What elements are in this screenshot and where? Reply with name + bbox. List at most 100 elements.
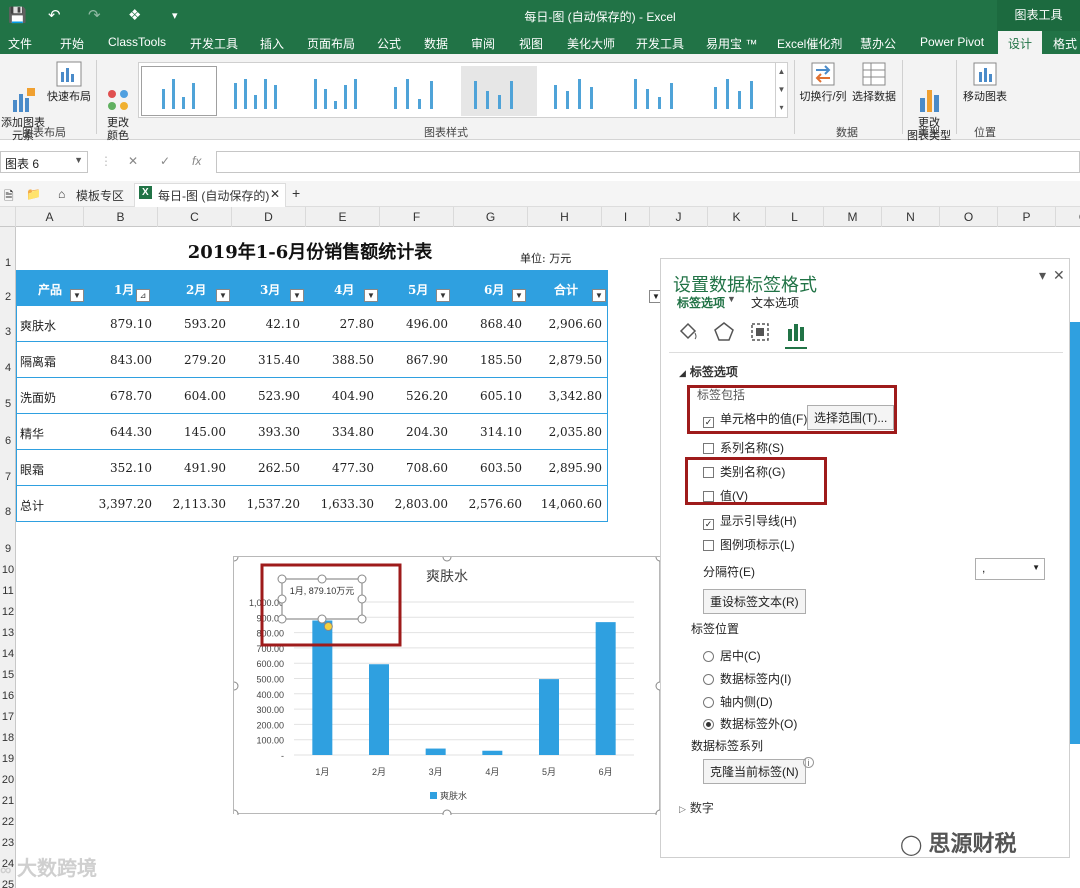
value-cell[interactable]: 2,906.60 <box>530 317 602 331</box>
row-header[interactable]: 19 <box>0 753 16 765</box>
value-cell[interactable]: 3,342.80 <box>530 389 602 403</box>
resize-handle[interactable] <box>277 594 287 604</box>
value-cell[interactable]: 477.30 <box>302 461 374 475</box>
save-icon[interactable]: 💾 <box>8 6 27 24</box>
value-cell[interactable]: 879.10 <box>80 317 152 331</box>
tab-developer-2[interactable]: 开发工具 <box>636 35 684 52</box>
row-header[interactable]: 7 <box>0 471 16 483</box>
row-header[interactable]: 6 <box>0 435 16 447</box>
chart-style-thumb[interactable] <box>301 66 377 116</box>
value-cell[interactable]: 352.10 <box>80 461 152 475</box>
value-cell[interactable]: 42.10 <box>228 317 300 331</box>
tab-power-pivot[interactable]: Power Pivot <box>920 35 984 49</box>
value-cell[interactable]: 3,397.20 <box>80 497 152 511</box>
value-cell[interactable]: 603.50 <box>450 461 522 475</box>
row-header[interactable]: 10 <box>0 564 16 576</box>
chart-area[interactable]: 爽肤水 - 100.00 200.00 300.00 400.00 500.00 600.00… <box>233 556 661 815</box>
resize-handle[interactable] <box>357 614 367 624</box>
row-header[interactable]: 8 <box>0 506 16 518</box>
undo-icon[interactable]: ↶ <box>48 6 61 24</box>
row-header[interactable]: 2 <box>0 291 16 303</box>
filter-dropdown-icon[interactable]: ▼ <box>512 289 526 302</box>
row-header[interactable]: 12 <box>0 606 16 618</box>
value-cell[interactable]: 393.30 <box>228 425 300 439</box>
position-inside-end-radio[interactable]: 数据标签内(I) <box>703 670 791 687</box>
position-outside-end-radio[interactable]: 数据标签外(O) <box>703 715 797 732</box>
value-cell[interactable]: 27.80 <box>302 317 374 331</box>
row-header[interactable]: 1 <box>0 257 16 269</box>
column-header[interactable]: Q <box>1056 207 1080 227</box>
filter-dropdown-icon[interactable]: ▼ <box>436 289 450 302</box>
size-properties-icon[interactable] <box>749 321 771 346</box>
value-cell[interactable]: 334.80 <box>302 425 374 439</box>
tab-view[interactable]: 视图 <box>519 35 543 52</box>
resize-handle[interactable] <box>357 594 367 604</box>
tab-templates[interactable]: 模板专区 <box>76 187 124 204</box>
value-cell[interactable]: 388.50 <box>302 353 374 367</box>
tab-easyuse[interactable]: 易用宝 ™ <box>706 35 757 52</box>
quick-layout-button[interactable]: 快速布局 <box>46 60 92 104</box>
resize-handle[interactable] <box>277 574 287 584</box>
insert-function-icon[interactable]: fx <box>192 154 201 168</box>
new-doc-icon[interactable]: 🗎 <box>4 187 14 208</box>
product-name-cell[interactable]: 眼霜 <box>20 461 44 478</box>
chart-resize-handle[interactable] <box>234 809 239 815</box>
column-header[interactable]: K <box>708 207 766 227</box>
column-header[interactable]: G <box>454 207 528 227</box>
value-cell[interactable]: 2,113.30 <box>154 497 226 511</box>
value-cell[interactable]: 2,879.50 <box>530 353 602 367</box>
row-header[interactable]: 22 <box>0 816 16 828</box>
value-cell[interactable]: 604.00 <box>154 389 226 403</box>
close-icon[interactable]: ✕ <box>1053 267 1065 284</box>
chart-bar[interactable] <box>539 679 559 755</box>
value-cell[interactable]: 262.50 <box>228 461 300 475</box>
separator-select[interactable]: , ▼ <box>975 558 1045 580</box>
cell-value-checkbox[interactable]: ✓ 单元格中的值(F) <box>703 410 807 428</box>
value-checkbox[interactable]: 值(V) <box>703 487 748 504</box>
data-label-box[interactable] <box>281 578 363 620</box>
gallery-scroll[interactable]: ▲ ▼ ▾ <box>775 63 787 117</box>
column-header[interactable]: H <box>528 207 602 227</box>
tab-design[interactable]: 设计 <box>998 31 1043 54</box>
tab-insert[interactable]: 插入 <box>260 35 284 52</box>
column-header[interactable]: C <box>158 207 232 227</box>
position-center-radio[interactable]: 居中(C) <box>703 647 761 664</box>
info-icon[interactable]: i <box>803 757 814 768</box>
chart-style-thumb[interactable] <box>701 66 777 116</box>
reset-label-text-button[interactable]: 重设标签文本(R) <box>703 589 806 614</box>
value-cell[interactable]: 2,576.60 <box>450 497 522 511</box>
add-tab-icon[interactable]: + <box>292 185 300 201</box>
row-header[interactable]: 17 <box>0 711 16 723</box>
leader-lines-checkbox[interactable]: ✓ 显示引导线(H) <box>703 512 797 530</box>
filter-dropdown-icon[interactable]: ▼ <box>290 289 304 302</box>
chart-style-thumb[interactable] <box>621 66 697 116</box>
resize-handle[interactable] <box>317 574 327 584</box>
product-name-cell[interactable]: 隔离霜 <box>20 353 56 370</box>
row-header[interactable]: 13 <box>0 627 16 639</box>
row-header[interactable]: 16 <box>0 690 16 702</box>
position-inside-base-radio[interactable]: 轴内侧(D) <box>703 693 773 710</box>
chart-bar[interactable] <box>595 622 616 755</box>
tab-home[interactable]: 开始 <box>60 35 84 52</box>
tab-beautify[interactable]: 美化大师 <box>567 35 615 52</box>
value-cell[interactable]: 491.90 <box>154 461 226 475</box>
column-header[interactable]: M <box>824 207 882 227</box>
column-header[interactable]: D <box>232 207 306 227</box>
tab-page-layout[interactable]: 页面布局 <box>307 35 355 52</box>
resize-handle[interactable] <box>357 574 367 584</box>
tab-formulas[interactable]: 公式 <box>377 35 401 52</box>
filter-dropdown-icon[interactable]: ⊿ <box>136 289 150 302</box>
row-header[interactable]: 11 <box>0 585 16 597</box>
filter-dropdown-icon[interactable]: ▼ <box>70 289 84 302</box>
tab-excel-catalyst[interactable]: Excel催化剂 <box>777 35 842 52</box>
label-options-icon[interactable] <box>785 321 807 346</box>
data-label[interactable]: 1月, 879.10万元 <box>290 586 355 596</box>
chart-resize-handle[interactable] <box>234 681 239 691</box>
resize-handle[interactable] <box>317 614 327 624</box>
column-header[interactable]: F <box>380 207 454 227</box>
customize-qat-icon[interactable]: ▾ <box>172 9 178 22</box>
row-header[interactable]: 4 <box>0 362 16 374</box>
value-cell[interactable]: 526.20 <box>376 389 448 403</box>
category-name-checkbox[interactable]: 类别名称(G) <box>703 463 785 480</box>
cancel-icon[interactable]: ✕ <box>128 154 138 168</box>
